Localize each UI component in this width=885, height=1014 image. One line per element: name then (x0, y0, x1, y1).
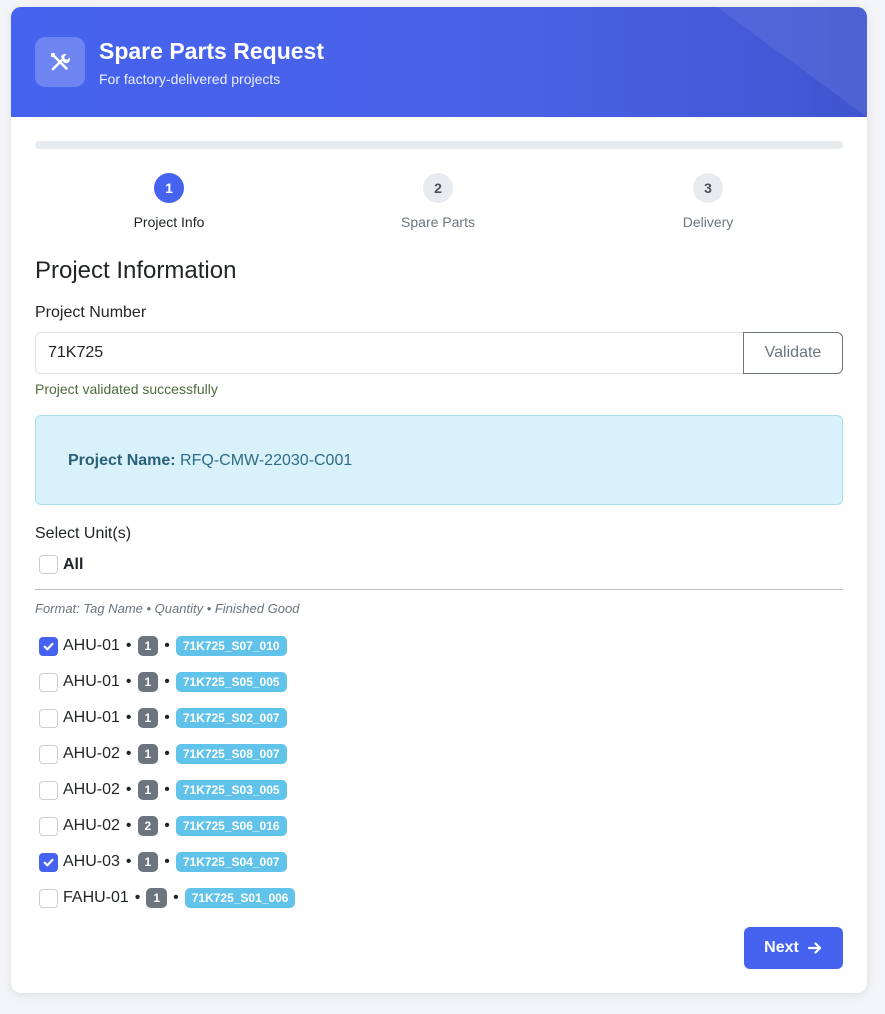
unit-tag-name: AHU-03 (63, 853, 120, 870)
format-hint: Format: Tag Name • Quantity • Finished G… (35, 601, 300, 616)
finished-good-badge: 71K725_S02_007 (175, 708, 287, 728)
finished-good-badge: 71K725_S01_006 (184, 888, 296, 908)
step-label: Project Info (133, 214, 205, 230)
unit-tag-name: AHU-01 (63, 673, 120, 690)
section-title: Project Information (35, 257, 237, 284)
unit-tag-name: FAHU-01 (63, 889, 129, 906)
unit-checkbox[interactable] (39, 852, 58, 872)
separator: • (125, 673, 132, 690)
quantity-badge: 1 (137, 636, 159, 656)
finished-good-badge: 71K725_S03_005 (175, 780, 287, 800)
unit-checkbox-row[interactable]: AHU-02 • 2 • 71K725_S06_016 (39, 808, 295, 844)
select-all-label: All (63, 555, 84, 573)
separator: • (125, 745, 132, 762)
select-all-checkbox[interactable] (39, 555, 58, 574)
separator: • (125, 637, 132, 654)
separator: • (134, 889, 141, 906)
arrow-right-icon (807, 942, 821, 954)
separator: • (164, 853, 170, 870)
select-units-label: Select Unit(s) (35, 525, 132, 542)
unit-list: AHU-01 • 1 • 71K725_S07_010 AHU-01 • 1 • 71K725_S… (39, 628, 296, 916)
separator: • (125, 781, 132, 798)
unit-checkbox-row[interactable]: AHU-01 • 1 • 71K725_S07_010 (39, 628, 295, 664)
unit-checkbox[interactable] (39, 780, 58, 800)
check-icon (43, 858, 54, 866)
validation-message: Project validated successfully (35, 381, 218, 397)
project-name-alert: Project Name: RFQ-CMW-22030-C001 (35, 415, 843, 505)
quantity-badge: 1 (137, 708, 159, 728)
unit-checkbox[interactable] (39, 888, 58, 908)
separator: • (125, 709, 132, 726)
validate-button[interactable]: Validate (743, 332, 843, 374)
page-subtitle: For factory-delivered projects (99, 71, 281, 87)
separator: • (164, 709, 170, 726)
step-project-info[interactable]: 1 Project Info (99, 173, 239, 230)
unit-checkbox[interactable] (39, 744, 58, 764)
unit-checkbox-row[interactable]: AHU-01 • 1 • 71K725_S02_007 (39, 700, 295, 736)
unit-checkbox-row[interactable]: AHU-02 • 1 • 71K725_S08_007 (39, 736, 295, 772)
step-number: 1 (154, 173, 184, 203)
separator: • (173, 889, 179, 906)
project-name-value: RFQ-CMW-22030-C001 (180, 452, 353, 469)
quantity-badge: 1 (146, 888, 168, 908)
step-label: Delivery (682, 214, 734, 230)
unit-checkbox-row[interactable]: FAHU-01 • 1 • 71K725_S01_006 (39, 880, 296, 916)
project-name-label: Project Name: (68, 452, 176, 469)
unit-checkbox[interactable] (39, 708, 58, 728)
separator: • (164, 673, 170, 690)
page-title: Spare Parts Request (99, 38, 324, 64)
page-header: Spare Parts Request For factory-delivere… (11, 7, 867, 117)
next-label: Next (764, 939, 799, 956)
unit-checkbox[interactable] (39, 672, 58, 692)
finished-good-badge: 71K725_S06_016 (175, 816, 287, 836)
project-number-label: Project Number (35, 304, 147, 321)
step-number: 2 (423, 173, 453, 203)
quantity-badge: 1 (137, 744, 159, 764)
step-delivery[interactable]: 3 Delivery (638, 173, 778, 230)
separator: • (164, 745, 170, 762)
unit-tag-name: AHU-01 (63, 637, 120, 654)
separator: • (125, 853, 132, 870)
divider (35, 589, 843, 590)
step-number: 3 (693, 173, 723, 203)
separator: • (125, 817, 132, 834)
progress-bar (35, 141, 843, 149)
tools-icon (35, 37, 85, 87)
project-number-input[interactable] (35, 332, 743, 374)
check-icon (43, 642, 54, 650)
finished-good-badge: 71K725_S07_010 (175, 636, 287, 656)
unit-checkbox[interactable] (39, 816, 58, 836)
separator: • (164, 781, 170, 798)
separator: • (164, 637, 170, 654)
unit-tag-name: AHU-02 (63, 781, 120, 798)
spare-parts-request-card: Spare Parts Request For factory-delivere… (11, 7, 867, 993)
unit-tag-name: AHU-01 (63, 709, 120, 726)
quantity-badge: 1 (137, 780, 159, 800)
select-all-checkbox-row[interactable]: All (39, 555, 83, 574)
unit-tag-name: AHU-02 (63, 817, 120, 834)
separator: • (164, 817, 170, 834)
unit-checkbox-row[interactable]: AHU-03 • 1 • 71K725_S04_007 (39, 844, 295, 880)
quantity-badge: 2 (137, 816, 159, 836)
unit-checkbox-row[interactable]: AHU-01 • 1 • 71K725_S05_005 (39, 664, 295, 700)
finished-good-badge: 71K725_S04_007 (175, 852, 287, 872)
unit-checkbox[interactable] (39, 636, 58, 656)
step-label: Spare Parts (401, 214, 475, 230)
quantity-badge: 1 (137, 852, 159, 872)
finished-good-badge: 71K725_S05_005 (175, 672, 287, 692)
step-spare-parts[interactable]: 2 Spare Parts (368, 173, 508, 230)
project-number-group: Validate (35, 332, 843, 374)
finished-good-badge: 71K725_S08_007 (175, 744, 287, 764)
unit-tag-name: AHU-02 (63, 745, 120, 762)
next-button[interactable]: Next (744, 927, 843, 969)
unit-checkbox-row[interactable]: AHU-02 • 1 • 71K725_S03_005 (39, 772, 295, 808)
quantity-badge: 1 (137, 672, 159, 692)
